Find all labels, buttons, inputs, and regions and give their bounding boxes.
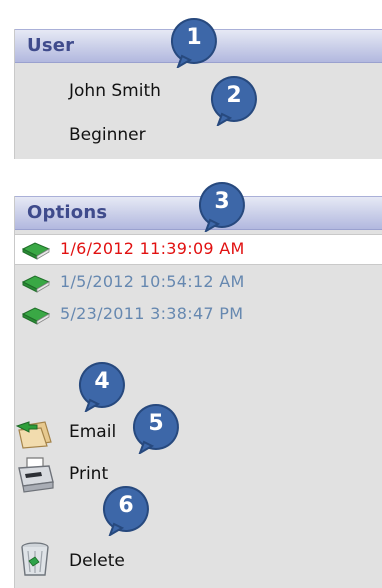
- print-label: Print: [69, 464, 109, 484]
- email-folder-icon: [15, 421, 52, 449]
- app-window: User John Smith Beginner Options 1/6/201…: [0, 0, 382, 588]
- callout-number: 2: [226, 83, 242, 108]
- delete-label: Delete: [69, 551, 125, 571]
- user-name: John Smith: [69, 81, 161, 101]
- callout-number: 3: [214, 189, 230, 214]
- option-item-label: 1/5/2012 10:54:12 AM: [60, 272, 245, 291]
- callout-number: 1: [186, 25, 202, 50]
- user-panel-title: User: [27, 35, 75, 56]
- recycle-bin-icon: [21, 542, 49, 576]
- option-item-label: 5/23/2011 3:38:47 PM: [60, 304, 244, 323]
- callout-number: 4: [94, 369, 110, 394]
- callout-number: 6: [118, 493, 134, 518]
- book-icon: [21, 242, 51, 260]
- option-item[interactable]: 1/6/2012 11:39:09 AM: [15, 234, 382, 265]
- options-panel: Options 1/6/2012 11:39:09 AM 1/5/2012 10…: [14, 196, 382, 588]
- option-item-label: 1/6/2012 11:39:09 AM: [60, 239, 245, 258]
- callout-number: 5: [148, 411, 164, 436]
- options-panel-title: Options: [27, 202, 108, 223]
- option-item[interactable]: 1/5/2012 10:54:12 AM: [15, 268, 382, 299]
- delete-button[interactable]: Delete: [15, 539, 215, 579]
- printer-icon: [18, 457, 54, 493]
- user-level: Beginner: [69, 125, 146, 145]
- book-icon: [21, 275, 51, 293]
- email-label: Email: [69, 422, 117, 442]
- option-item[interactable]: 5/23/2011 3:38:47 PM: [15, 300, 382, 331]
- email-button[interactable]: Email: [15, 412, 215, 452]
- book-icon: [21, 307, 51, 325]
